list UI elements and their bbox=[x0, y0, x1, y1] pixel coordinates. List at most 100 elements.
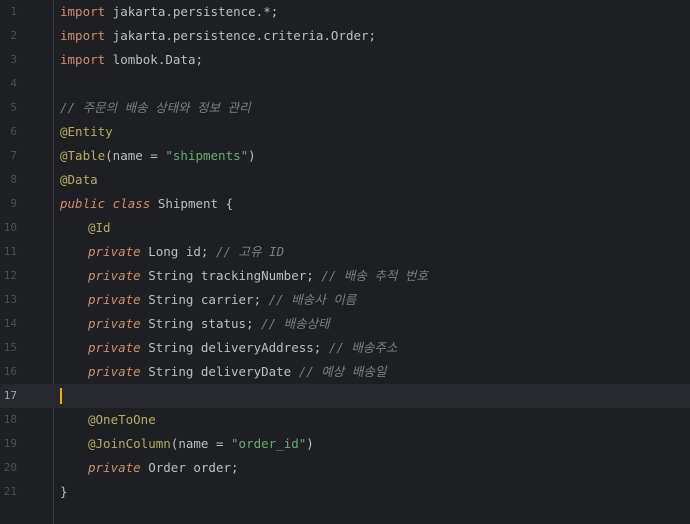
line-number: 8 bbox=[10, 173, 17, 186]
code-text[interactable]: @OneToOne bbox=[88, 408, 156, 432]
code-token-kw: import bbox=[60, 4, 106, 19]
line-number: 5 bbox=[10, 101, 17, 114]
code-line[interactable]: 1 import jakarta.persistence.*; bbox=[0, 0, 690, 24]
line-number: 9 bbox=[10, 197, 17, 210]
line-number: 18 bbox=[3, 413, 17, 426]
code-text[interactable]: private String deliveryDate // 예상 배송일 bbox=[88, 360, 386, 384]
line-number: 14 bbox=[3, 317, 17, 330]
code-line[interactable]: 7 @Table(name = "shipments") bbox=[0, 144, 690, 168]
code-token-cmt: // 배송상태 bbox=[261, 316, 330, 331]
code-token-plain: lombok.Data; bbox=[105, 52, 203, 67]
line-number: 3 bbox=[10, 53, 17, 66]
code-token-ann: @OneToOne bbox=[88, 412, 156, 427]
code-line[interactable]: 14 private String status; // 배송상태 bbox=[0, 312, 690, 336]
code-text[interactable]: @Entity bbox=[60, 120, 113, 144]
line-number: 1 bbox=[10, 5, 17, 18]
current-line[interactable]: 17 bbox=[0, 384, 690, 408]
code-token-cmt: // 주문의 배송 상태와 정보 관리 bbox=[60, 100, 251, 115]
code-text[interactable]: } bbox=[60, 480, 68, 504]
code-line[interactable]: 9 public class Shipment { bbox=[0, 192, 690, 216]
code-text[interactable]: @Id bbox=[88, 216, 111, 240]
code-token-kwi: public class bbox=[60, 196, 151, 211]
code-line[interactable]: 8 @Data bbox=[0, 168, 690, 192]
code-line[interactable]: 12 private String trackingNumber; // 배송 추… bbox=[0, 264, 690, 288]
code-token-plain: jakarta.persistence.criteria.Order; bbox=[105, 28, 377, 43]
code-token-cmt: // 배송사 이름 bbox=[268, 292, 357, 307]
code-token-ann: @JoinColumn bbox=[88, 436, 171, 451]
line-number: 12 bbox=[3, 269, 17, 282]
code-text[interactable]: private String deliveryAddress; // 배송주소 bbox=[88, 336, 397, 360]
code-token-plain: String carrier; bbox=[140, 292, 269, 307]
code-line[interactable]: 13 private String carrier; // 배송사 이름 bbox=[0, 288, 690, 312]
code-token-plain: String status; bbox=[140, 316, 262, 331]
code-text[interactable]: private String status; // 배송상태 bbox=[88, 312, 330, 336]
code-token-kw: import bbox=[60, 28, 106, 43]
code-token-ann: @Data bbox=[60, 172, 98, 187]
line-number: 13 bbox=[3, 293, 17, 306]
code-line[interactable]: 4 bbox=[0, 72, 690, 96]
code-token-str: "shipments" bbox=[165, 148, 249, 163]
code-token-kwi: private bbox=[88, 364, 141, 379]
code-text[interactable]: private String trackingNumber; // 배송 추적 … bbox=[88, 264, 428, 288]
code-line[interactable]: 18 @OneToOne bbox=[0, 408, 690, 432]
code-token-ann: @Table bbox=[60, 148, 106, 163]
code-token-kwi: private bbox=[88, 316, 141, 331]
code-token-cmt: // 고유 ID bbox=[215, 244, 285, 259]
line-number: 20 bbox=[3, 461, 17, 474]
code-token-cmt: // 배송주소 bbox=[328, 340, 398, 355]
code-token-plain: Long id; bbox=[140, 244, 216, 259]
line-number: 6 bbox=[10, 125, 17, 138]
code-token-cmt: // 예상 배송일 bbox=[298, 364, 387, 379]
code-token-ann: @Entity bbox=[60, 124, 113, 139]
line-number: 11 bbox=[3, 245, 17, 258]
line-number: 15 bbox=[3, 341, 17, 354]
code-line[interactable]: 5 // 주문의 배송 상태와 정보 관리 bbox=[0, 96, 690, 120]
code-text[interactable]: private Order order; bbox=[88, 456, 239, 480]
code-token-plain: String deliveryAddress; bbox=[140, 340, 329, 355]
code-token-kw: import bbox=[60, 52, 106, 67]
code-token-plain: String deliveryDate bbox=[140, 364, 299, 379]
code-token-plain: ) bbox=[248, 148, 256, 163]
code-token-kwi: private bbox=[88, 460, 141, 475]
code-text[interactable]: private Long id; // 고유 ID bbox=[88, 240, 284, 264]
code-token-kwi: private bbox=[88, 340, 141, 355]
code-text[interactable]: // 주문의 배송 상태와 정보 관리 bbox=[60, 96, 251, 120]
code-line[interactable]: 6 @Entity bbox=[0, 120, 690, 144]
code-line[interactable]: 3 import lombok.Data; bbox=[0, 48, 690, 72]
code-editor[interactable]: 1 import jakarta.persistence.*; 2 import ja… bbox=[0, 0, 690, 524]
text-caret bbox=[60, 388, 62, 404]
line-number: 19 bbox=[3, 437, 17, 450]
code-text[interactable]: import lombok.Data; bbox=[60, 48, 203, 72]
line-number: 2 bbox=[10, 29, 17, 42]
code-token-str: "order_id" bbox=[231, 436, 307, 451]
code-text[interactable]: @JoinColumn(name = "order_id") bbox=[88, 432, 314, 456]
code-token-plain: String trackingNumber; bbox=[140, 268, 322, 283]
code-token-ann: @Id bbox=[88, 220, 111, 235]
code-line[interactable]: 16 private String deliveryDate // 예상 배송일 bbox=[0, 360, 690, 384]
code-token-plain: (name = bbox=[170, 436, 232, 451]
code-line[interactable]: 20 private Order order; bbox=[0, 456, 690, 480]
code-token-kwi: private bbox=[88, 292, 141, 307]
code-text[interactable]: import jakarta.persistence.*; bbox=[60, 0, 278, 24]
code-token-plain: ) bbox=[306, 436, 314, 451]
code-line[interactable]: 2 import jakarta.persistence.criteria.Ord… bbox=[0, 24, 690, 48]
code-line[interactable]: 21} bbox=[0, 480, 690, 504]
code-text[interactable]: @Data bbox=[60, 168, 98, 192]
code-token-plain: Shipment { bbox=[150, 196, 234, 211]
code-token-cmt: // 배송 추적 번호 bbox=[321, 268, 428, 283]
code-line[interactable]: 10 @Id bbox=[0, 216, 690, 240]
code-line[interactable]: 15 private String deliveryAddress; // 배송주… bbox=[0, 336, 690, 360]
code-text[interactable]: public class Shipment { bbox=[60, 192, 233, 216]
code-text[interactable]: @Table(name = "shipments") bbox=[60, 144, 256, 168]
line-number: 7 bbox=[10, 149, 17, 162]
code-token-plain: Order order; bbox=[140, 460, 239, 475]
line-number: 4 bbox=[10, 77, 17, 90]
code-line[interactable]: 11 private Long id; // 고유 ID bbox=[0, 240, 690, 264]
line-number: 16 bbox=[3, 365, 17, 378]
code-text[interactable]: private String carrier; // 배송사 이름 bbox=[88, 288, 356, 312]
code-line[interactable]: 19 @JoinColumn(name = "order_id") bbox=[0, 432, 690, 456]
code-text[interactable]: import jakarta.persistence.criteria.Orde… bbox=[60, 24, 376, 48]
code-token-kwi: private bbox=[88, 268, 141, 283]
line-number: 10 bbox=[3, 221, 17, 234]
code-token-plain: (name = bbox=[105, 148, 166, 163]
